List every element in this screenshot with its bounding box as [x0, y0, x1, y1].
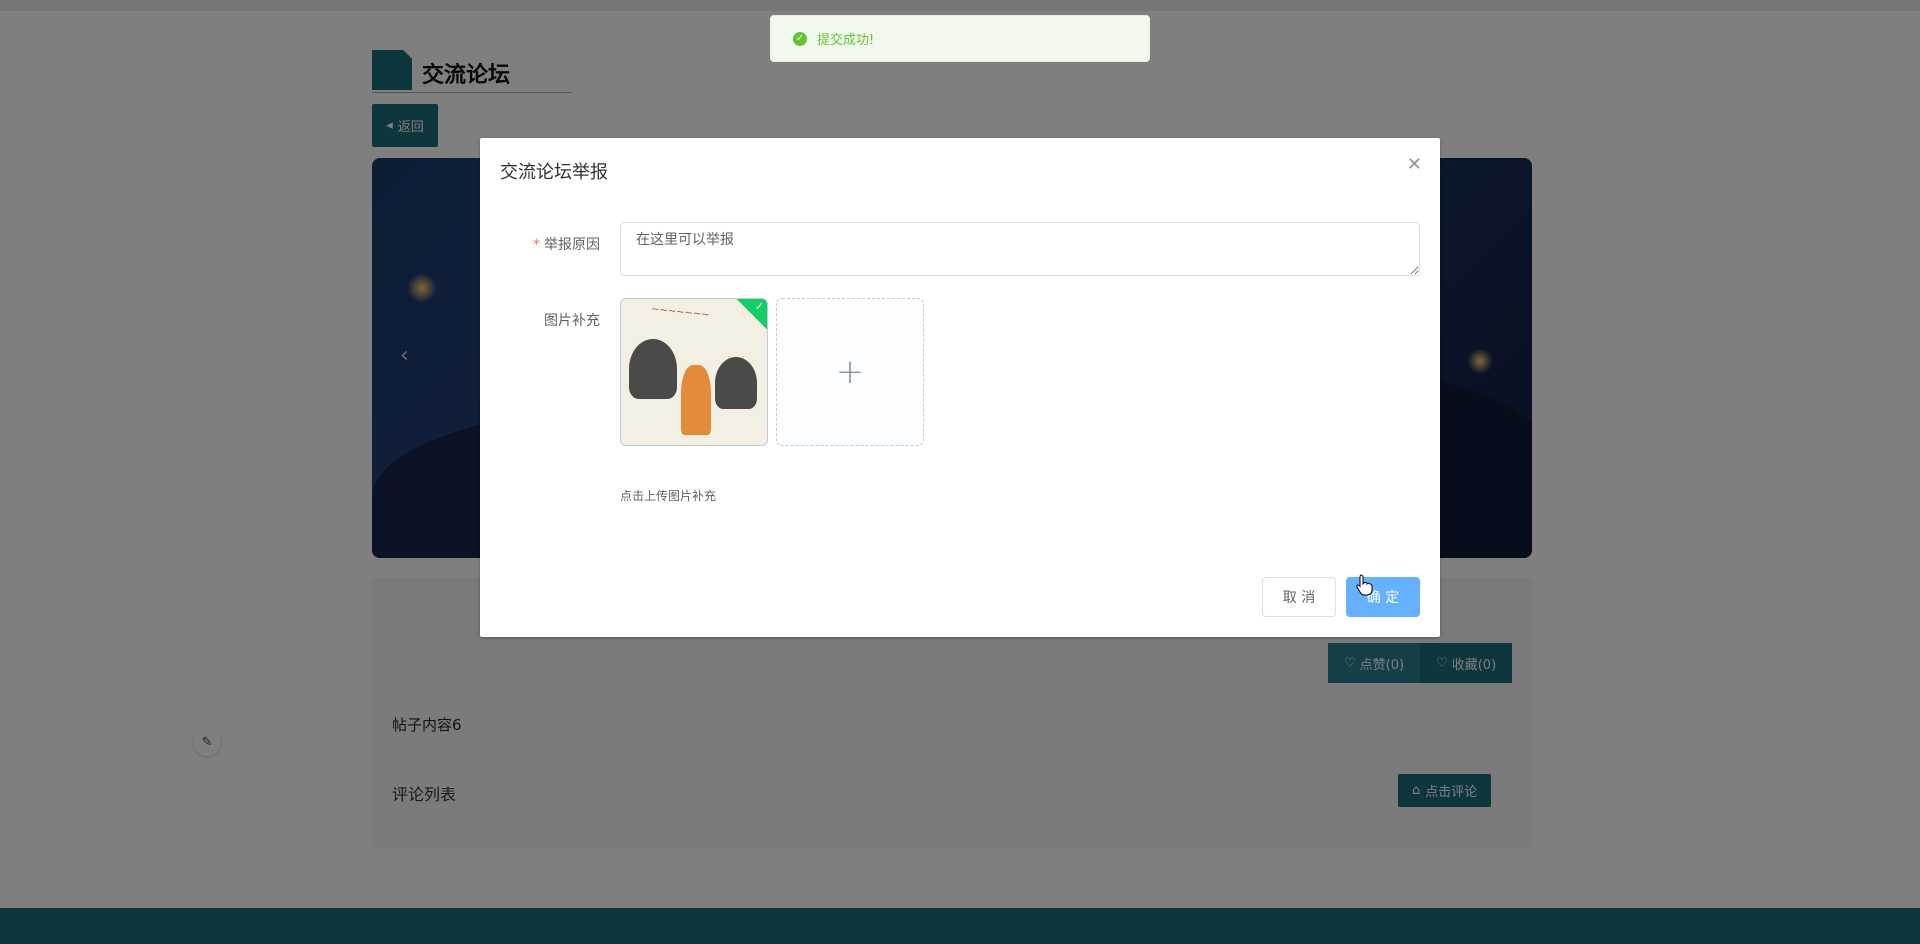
- reason-label-text: 举报原因: [544, 237, 600, 253]
- upload-tip: 点击上传图片补充: [620, 489, 717, 503]
- image-label: 图片补充: [544, 313, 600, 329]
- check-icon: ✓: [754, 300, 764, 313]
- check-circle-icon: ✓: [793, 31, 807, 46]
- thumbnail-figure: [681, 365, 711, 435]
- reason-textarea[interactable]: 在这里可以举报: [620, 222, 1420, 276]
- toast-message: 提交成功!: [817, 33, 875, 48]
- uploaded-image-thumbnail[interactable]: ~~~~~~~ ✓: [620, 298, 768, 446]
- thumbnail-figure: [629, 339, 677, 399]
- thumbnail-scribble: ~~~~~~~: [650, 303, 711, 322]
- report-dialog: 交流论坛举报 ✕ * 举报原因 在这里可以举报 图片补充 ~~~~~~~ ✓ + …: [480, 138, 1440, 637]
- success-toast: ✓ 提交成功!: [770, 15, 1150, 62]
- thumbnail-figure: [715, 357, 757, 409]
- required-marker: *: [533, 237, 540, 253]
- close-icon[interactable]: ✕: [1407, 154, 1422, 175]
- dialog-title: 交流论坛举报: [500, 162, 608, 183]
- cancel-button[interactable]: 取 消: [1262, 577, 1336, 617]
- plus-icon: +: [835, 352, 865, 392]
- reason-label: * 举报原因: [480, 234, 600, 254]
- hand-cursor-icon: [1356, 574, 1373, 596]
- upload-plus-button[interactable]: +: [776, 298, 924, 446]
